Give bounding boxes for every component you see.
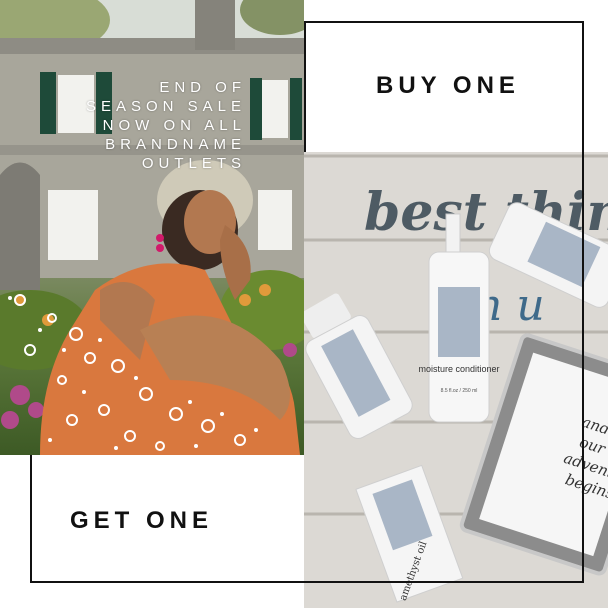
sale-line-1: END OF [159,79,246,96]
model-photo-scene [0,0,304,455]
sale-line-3: NOW ON ALL [102,117,246,134]
outline-frame-right-edge [304,21,306,152]
sale-announcement: END OF SEASON SALE NOW ON ALL BRANDNAME … [86,78,246,173]
sale-line-2: SEASON SALE [85,98,246,115]
sale-line-4: BRANDNAME [105,136,246,153]
sale-line-5: OUTLETS [141,155,246,172]
model-photo: END OF SEASON SALE NOW ON ALL BRANDNAME … [0,0,304,455]
buy-one-heading: BUY ONE [376,72,520,99]
outline-frame-right [304,21,584,583]
get-one-heading: GET ONE [70,507,214,534]
